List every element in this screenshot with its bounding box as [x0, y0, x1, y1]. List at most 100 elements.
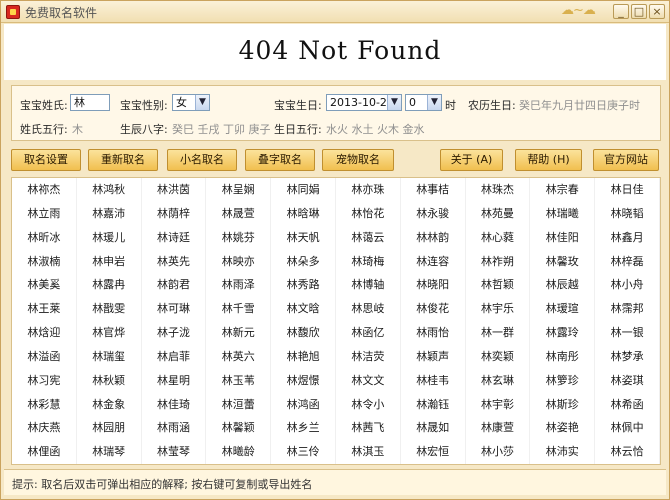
name-settings-button[interactable]: 取名设置 [11, 149, 81, 171]
name-cell[interactable]: 林霈邦 [595, 297, 660, 321]
name-cell[interactable]: 林雨泽 [206, 273, 272, 298]
name-cell[interactable]: 林三伶 [271, 440, 336, 464]
name-cell[interactable]: 林秋颖 [77, 368, 142, 393]
name-cell[interactable]: 林亦珠 [336, 178, 401, 202]
close-button[interactable]: × [649, 4, 665, 19]
name-cell[interactable]: 林事桔 [401, 178, 466, 202]
name-cell[interactable]: 林星明 [142, 368, 207, 393]
name-cell[interactable]: 林诗廷 [142, 225, 207, 250]
name-cell[interactable]: 林同娟 [271, 178, 336, 202]
name-cell[interactable]: 林乡兰 [271, 416, 336, 441]
surname-input[interactable]: 林 [70, 94, 110, 111]
name-cell[interactable]: 林宗春 [530, 178, 596, 202]
name-cell[interactable]: 林子泷 [142, 321, 207, 345]
name-cell[interactable]: 林露冉 [77, 273, 142, 298]
name-cell[interactable]: 林晟如 [401, 416, 466, 441]
name-cell[interactable]: 林文文 [336, 368, 401, 393]
name-cell[interactable]: 林晓阳 [401, 273, 466, 298]
name-cell[interactable]: 林英先 [142, 249, 207, 274]
name-cell[interactable]: 林瑞玺 [77, 344, 142, 369]
name-cell[interactable]: 林雨怡 [401, 321, 466, 345]
name-cell[interactable]: 林莹琴 [142, 440, 207, 464]
name-cell[interactable]: 林宇彰 [466, 392, 531, 417]
name-cell[interactable]: 林俚函 [12, 440, 77, 464]
name-cell[interactable]: 林秀路 [271, 273, 336, 298]
name-cell[interactable]: 林小莎 [466, 440, 531, 464]
name-cell[interactable]: 林蔼云 [336, 225, 401, 250]
name-cell[interactable]: 林申岩 [77, 249, 142, 274]
name-cell[interactable]: 林文晗 [271, 297, 336, 321]
name-cell[interactable]: 林令小 [336, 392, 401, 417]
name-cell[interactable]: 林晟萱 [206, 201, 272, 226]
name-cell[interactable]: 林苑曼 [466, 201, 531, 226]
minimize-button[interactable]: _ [613, 4, 629, 19]
name-cell[interactable]: 林珠杰 [466, 178, 531, 202]
name-cell[interactable]: 林官烨 [77, 321, 142, 345]
name-cell[interactable]: 林荫梓 [142, 201, 207, 226]
name-cell[interactable]: 林彩慧 [12, 392, 77, 417]
name-cell[interactable]: 林日佳 [595, 178, 660, 202]
double-char-name-button[interactable]: 叠字取名 [245, 149, 315, 171]
name-cell[interactable]: 林玄琳 [466, 368, 531, 393]
name-cell[interactable]: 林戬雯 [77, 297, 142, 321]
name-cell[interactable]: 林箩珍 [530, 368, 596, 393]
name-cell[interactable]: 林林韵 [401, 225, 466, 250]
name-cell[interactable]: 林朵多 [271, 249, 336, 274]
name-cell[interactable]: 林英六 [206, 344, 272, 369]
name-cell[interactable]: 林康萱 [466, 416, 531, 441]
name-cell[interactable]: 林佩中 [595, 416, 660, 441]
name-cell[interactable]: 林洪茵 [142, 178, 207, 202]
name-cell[interactable]: 林焓迎 [12, 321, 77, 345]
name-cell[interactable]: 林习宪 [12, 368, 77, 393]
name-cell[interactable]: 林瀚钰 [401, 392, 466, 417]
pet-name-button[interactable]: 宠物取名 [322, 149, 394, 171]
name-cell[interactable]: 林可琳 [142, 297, 207, 321]
name-cell[interactable]: 林晓韬 [595, 201, 660, 226]
name-cell[interactable]: 林思岐 [336, 297, 401, 321]
official-website-button[interactable]: 官方网站 [593, 149, 659, 171]
name-cell[interactable]: 林馨颖 [206, 416, 272, 441]
name-cell[interactable]: 林洁荧 [336, 344, 401, 369]
name-cell[interactable]: 林一银 [595, 321, 660, 345]
gender-select[interactable]: 女 ▼ [172, 94, 210, 111]
name-cell[interactable]: 林瑞曦 [530, 201, 596, 226]
name-cell[interactable]: 林金象 [77, 392, 142, 417]
name-cell[interactable]: 林新元 [206, 321, 272, 345]
name-cell[interactable]: 林瑷瑄 [530, 297, 596, 321]
name-cell[interactable]: 林南彤 [530, 344, 596, 369]
name-cell[interactable]: 林奕颖 [466, 344, 531, 369]
name-cell[interactable]: 林茜飞 [336, 416, 401, 441]
name-cell[interactable]: 林煜憬 [271, 368, 336, 393]
name-cell[interactable]: 林桂韦 [401, 368, 466, 393]
name-cell[interactable]: 林淇玉 [336, 440, 401, 464]
name-cell[interactable]: 林琦梅 [336, 249, 401, 274]
name-cell[interactable]: 林小舟 [595, 273, 660, 298]
name-cell[interactable]: 林斯珍 [530, 392, 596, 417]
name-cell[interactable]: 林嘉沛 [77, 201, 142, 226]
name-cell[interactable]: 林庆燕 [12, 416, 77, 441]
name-cell[interactable]: 林博轴 [336, 273, 401, 298]
name-cell[interactable]: 林千雪 [206, 297, 272, 321]
name-cell[interactable]: 林晗琳 [271, 201, 336, 226]
name-cell[interactable]: 林姿艳 [530, 416, 596, 441]
name-cell[interactable]: 林映亦 [206, 249, 272, 274]
name-cell[interactable]: 林呈娴 [206, 178, 272, 202]
name-cell[interactable]: 林瑞琴 [77, 440, 142, 464]
name-cell[interactable]: 林佳琦 [142, 392, 207, 417]
name-cell[interactable]: 林佳阳 [530, 225, 596, 250]
name-cell[interactable]: 林梦承 [595, 344, 660, 369]
name-cell[interactable]: 林辰越 [530, 273, 596, 298]
about-button[interactable]: 关于 (A) [440, 149, 503, 171]
name-cell[interactable]: 林艳旭 [271, 344, 336, 369]
name-cell[interactable]: 林曦龄 [206, 440, 272, 464]
name-cell[interactable]: 林天帆 [271, 225, 336, 250]
name-cell[interactable]: 林雨涵 [142, 416, 207, 441]
name-cell[interactable]: 林韵君 [142, 273, 207, 298]
name-cell[interactable]: 林鸿秋 [77, 178, 142, 202]
name-cell[interactable]: 林永骏 [401, 201, 466, 226]
nickname-button[interactable]: 小名取名 [167, 149, 237, 171]
name-cell[interactable]: 林函亿 [336, 321, 401, 345]
hour-select[interactable]: 0 ▼ [405, 94, 442, 111]
name-cell[interactable]: 林鸿函 [271, 392, 336, 417]
maximize-button[interactable]: □ [631, 4, 647, 19]
